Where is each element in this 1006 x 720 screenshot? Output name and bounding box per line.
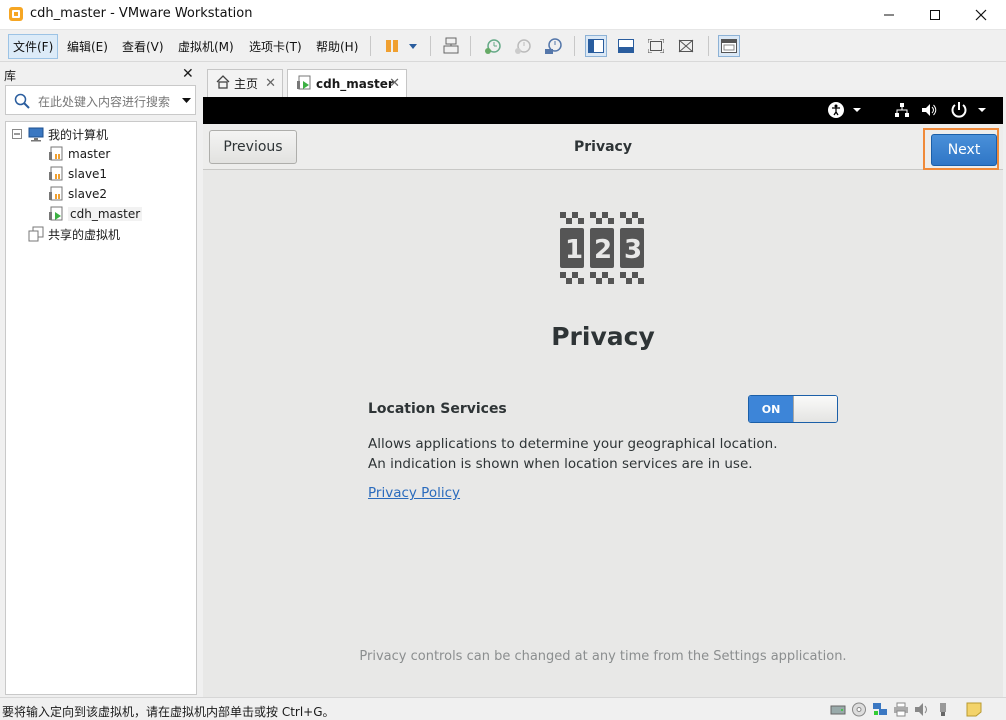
- vmware-app-icon: [8, 6, 24, 22]
- network-adapter-icon[interactable]: [872, 702, 888, 717]
- sound-card-icon[interactable]: [914, 702, 930, 717]
- location-services-label: Location Services: [368, 401, 507, 417]
- computer-icon: [28, 126, 44, 142]
- accessibility-icon[interactable]: [827, 101, 863, 122]
- library-search-input[interactable]: 在此处键入内容进行搜索: [5, 85, 196, 115]
- snapshot-revert-icon[interactable]: [512, 35, 534, 57]
- guest-screen: Previous Privacy Next 123 Privacy Locati…: [203, 124, 1003, 697]
- message-log-icon[interactable]: [966, 702, 982, 717]
- tab-home[interactable]: 主页 ✕: [207, 69, 283, 97]
- menu-help[interactable]: 帮助(H): [316, 38, 358, 55]
- toggle-knob[interactable]: [793, 396, 837, 422]
- tree-label: cdh_master: [68, 207, 143, 221]
- tree-label: slave1: [68, 167, 108, 181]
- tab-close-icon[interactable]: ✕: [265, 76, 276, 91]
- guest-top-bar: [203, 97, 1003, 124]
- tab-close-icon[interactable]: ✕: [389, 76, 400, 91]
- privacy-policy-link[interactable]: Privacy Policy: [368, 485, 460, 501]
- console-view-icon[interactable]: [718, 35, 740, 57]
- vm-icon: [48, 146, 64, 162]
- menu-edit[interactable]: 编辑(E): [67, 38, 108, 55]
- unity-icon[interactable]: [675, 35, 697, 57]
- header-title: Privacy: [574, 139, 632, 155]
- svg-text:1: 1: [565, 235, 583, 265]
- network-icon[interactable]: [893, 101, 911, 122]
- page-title: Privacy: [551, 322, 655, 351]
- toolbar-separator: [470, 36, 471, 56]
- tree-row-vm[interactable]: master: [48, 145, 110, 163]
- tree-row-vm[interactable]: slave2: [48, 185, 107, 203]
- tab-label: 主页: [234, 77, 259, 91]
- window-title: cdh_master - VMware Workstation: [30, 6, 253, 21]
- tab-label: cdh_master: [316, 77, 394, 91]
- privacy-footer-note: Privacy controls can be changed at any t…: [359, 649, 847, 664]
- menu-vm[interactable]: 虚拟机(M): [178, 38, 234, 55]
- power-dropdown-icon[interactable]: [402, 35, 424, 57]
- library-close-icon[interactable]: ✕: [182, 66, 194, 82]
- tree-label: 共享的虚拟机: [48, 227, 121, 242]
- library-title: 库: [4, 69, 17, 83]
- library-panel: 库 ✕ 在此处键入内容进行搜索 我的计算机 master slave1 slav…: [0, 63, 201, 697]
- toggle-on-label: ON: [749, 396, 793, 422]
- setup-header-bar: Previous Privacy Next: [203, 124, 1003, 170]
- toolbar-separator: [708, 36, 709, 56]
- tree-row-vm-selected[interactable]: cdh_master: [48, 205, 143, 223]
- location-services-toggle[interactable]: ON: [748, 395, 838, 423]
- minimize-button[interactable]: [866, 0, 912, 30]
- tree-label: 我的计算机: [48, 127, 109, 142]
- tree-row-shared[interactable]: 共享的虚拟机: [28, 225, 120, 243]
- tab-strip: 主页 ✕ cdh_master ✕: [203, 63, 1003, 98]
- status-bar: 要将输入定向到该虚拟机，请在虚拟机内部单击或按 Ctrl+G。: [0, 697, 1006, 720]
- power-icon[interactable]: [950, 101, 990, 122]
- maximize-button[interactable]: [912, 0, 958, 30]
- tree-row-my-computer[interactable]: 我的计算机: [12, 125, 108, 143]
- status-message: 要将输入定向到该虚拟机，请在虚拟机内部单击或按 Ctrl+G。: [2, 705, 335, 719]
- next-button[interactable]: Next: [931, 134, 997, 166]
- vm-icon: [48, 166, 64, 182]
- toolbar-separator: [430, 36, 431, 56]
- snapshot-manager-icon[interactable]: [542, 35, 564, 57]
- toolbar-separator: [574, 36, 575, 56]
- location-services-description: Allows applications to determine your ge…: [368, 436, 778, 472]
- menu-toolbar: 文件(F) 编辑(E) 查看(V) 虚拟机(M) 选项卡(T) 帮助(H): [0, 30, 1006, 62]
- full-screen-icon[interactable]: [645, 35, 667, 57]
- library-tree: 我的计算机 master slave1 slave2 cdh_master 共享…: [5, 121, 197, 695]
- snapshot-take-icon[interactable]: [482, 35, 504, 57]
- vm-running-icon: [296, 75, 312, 94]
- collapse-icon[interactable]: [12, 126, 24, 142]
- menu-view[interactable]: 查看(V): [122, 38, 164, 55]
- menu-file[interactable]: 文件(F): [8, 34, 59, 59]
- home-icon: [216, 75, 230, 92]
- thumbnail-bar-icon[interactable]: [615, 35, 637, 57]
- toolbar-separator: [370, 36, 371, 56]
- usb-device-icon[interactable]: [935, 702, 951, 717]
- menu-tabs[interactable]: 选项卡(T): [249, 38, 302, 55]
- vm-icon: [48, 186, 64, 202]
- cd-dvd-icon[interactable]: [851, 702, 867, 717]
- pause-icon[interactable]: [381, 35, 403, 57]
- title-bar: cdh_master - VMware Workstation: [0, 0, 1006, 30]
- hard-disk-icon[interactable]: [830, 702, 846, 717]
- tree-row-vm[interactable]: slave1: [48, 165, 107, 183]
- search-placeholder: 在此处键入内容进行搜索: [38, 95, 171, 109]
- tree-label: master: [68, 147, 111, 161]
- tab-cdh-master[interactable]: cdh_master ✕: [287, 69, 407, 98]
- volume-icon[interactable]: [920, 101, 938, 122]
- send-ctrl-alt-del-icon[interactable]: [440, 35, 462, 57]
- close-button[interactable]: [958, 0, 1004, 30]
- vm-running-icon: [48, 206, 64, 222]
- search-icon: [14, 93, 30, 112]
- privacy-icon: 123: [560, 212, 646, 295]
- show-library-icon[interactable]: [585, 35, 607, 57]
- search-dropdown-icon[interactable]: [182, 94, 191, 108]
- tree-label: slave2: [68, 187, 108, 201]
- printer-icon[interactable]: [893, 702, 909, 717]
- svg-text:2: 2: [594, 235, 612, 265]
- shared-vm-icon: [28, 226, 44, 242]
- svg-text:3: 3: [624, 235, 642, 265]
